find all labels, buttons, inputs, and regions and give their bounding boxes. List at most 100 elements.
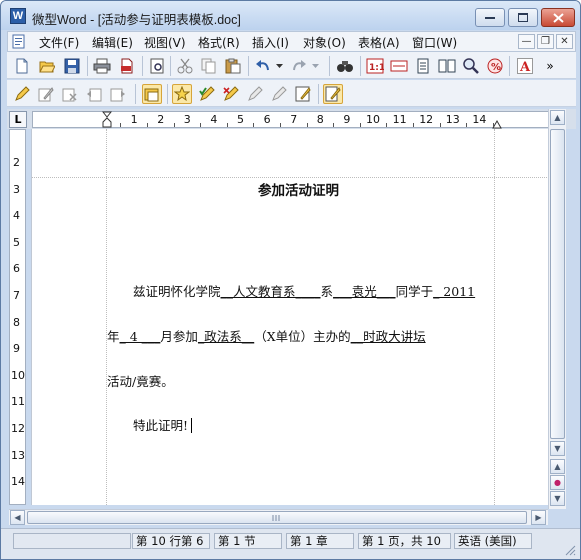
minimize-icon <box>485 16 495 19</box>
zoom-button[interactable] <box>461 56 481 76</box>
ruler-tick <box>226 123 228 127</box>
next-change-button[interactable] <box>269 84 289 104</box>
ruler-tick <box>412 123 414 127</box>
vertical-scroll-thumb[interactable] <box>550 129 565 439</box>
mdi-close-button[interactable]: ✕ <box>556 34 573 49</box>
print-preview-button[interactable] <box>147 56 167 76</box>
menu-insert[interactable]: 插入(I) <box>252 34 289 51</box>
export-pdf-button[interactable] <box>117 56 137 76</box>
protect-document-button[interactable] <box>323 84 343 104</box>
horizontal-scroll-thumb[interactable] <box>27 511 527 524</box>
menu-format[interactable]: 格式(R) <box>198 34 240 51</box>
line1-prefix: 兹证明怀化学院 <box>133 284 221 299</box>
scroll-down-button[interactable]: ▼ <box>550 441 565 456</box>
copy-button[interactable] <box>199 56 219 76</box>
status-section: 第 1 节 <box>214 533 282 549</box>
object-toolbar <box>7 80 576 107</box>
previous-change-button[interactable] <box>245 84 265 104</box>
document-canvas[interactable]: 参加活动证明 兹证明怀化学院__人文教育系____系___袁光___同学于_ 2… <box>31 129 548 505</box>
undo-button[interactable] <box>253 56 273 76</box>
undo-dropdown[interactable] <box>273 56 285 76</box>
track-changes-button[interactable] <box>172 84 192 104</box>
status-language: 英语 (美国) <box>454 533 532 549</box>
vertical-ruler[interactable]: 2 3 4 5 6 7 8 9 10 11 12 13 14 15 <box>9 129 26 505</box>
open-button[interactable] <box>37 56 57 76</box>
reject-change-button[interactable] <box>221 84 241 104</box>
scroll-left-button[interactable]: ◀ <box>10 510 25 525</box>
whole-page-button[interactable] <box>413 56 433 76</box>
ruler-tick <box>146 123 148 127</box>
document-title: 参加活动证明 <box>258 183 339 199</box>
reject-pencil-icon <box>223 86 239 101</box>
new-button[interactable] <box>12 56 32 76</box>
menu-file[interactable]: 文件(F) <box>39 34 79 51</box>
show-notes-button[interactable] <box>142 84 162 104</box>
menu-edit[interactable]: 编辑(E) <box>92 34 133 51</box>
page-width-button[interactable] <box>389 56 409 76</box>
department-field: __人文教育系____ <box>220 284 321 299</box>
horizontal-scrollbar[interactable]: ◀ ▶ <box>9 509 548 525</box>
scroll-right-button[interactable]: ▶ <box>531 510 546 525</box>
document-line-4: 特此证明! <box>133 415 193 434</box>
new-document-icon <box>16 58 28 74</box>
next-note-button[interactable] <box>108 84 128 104</box>
ruler-number: 5 <box>237 113 244 126</box>
review-pane-button[interactable] <box>293 84 313 104</box>
spell-check-button[interactable]: % <box>485 56 505 76</box>
text-cursor <box>191 418 193 433</box>
redo-dropdown[interactable] <box>309 56 321 76</box>
mdi-minimize-button[interactable]: — <box>518 34 535 49</box>
menu-view[interactable]: 视图(V) <box>144 34 186 51</box>
ruler-number: 3 <box>13 182 20 196</box>
previous-page-button[interactable]: ▲ <box>550 459 565 474</box>
accept-change-button[interactable] <box>197 84 217 104</box>
review-pane-icon <box>295 86 311 102</box>
print-button[interactable] <box>92 56 112 76</box>
word-app-icon[interactable]: W <box>10 8 26 24</box>
horizontal-ruler[interactable]: 1 2 3 4 5 6 7 8 9 10 11 12 13 14 <box>32 111 552 129</box>
menu-window[interactable]: 窗口(W) <box>412 34 457 51</box>
pdf-icon <box>121 58 133 74</box>
toolbar-separator <box>360 56 361 76</box>
next-page-button[interactable]: ▼ <box>550 491 565 506</box>
highlight-button[interactable] <box>12 84 32 104</box>
edit-note-button[interactable] <box>36 84 56 104</box>
save-button[interactable] <box>62 56 82 76</box>
redo-button[interactable] <box>289 56 309 76</box>
ruler-tick <box>359 123 361 127</box>
ruler-tick <box>120 123 122 127</box>
ruler-tick <box>492 123 494 127</box>
previous-note-button[interactable] <box>84 84 104 104</box>
mdi-restore-button[interactable]: ❐ <box>537 34 554 49</box>
spell-check-icon: % <box>487 58 503 74</box>
chevron-down-icon <box>311 64 319 68</box>
actual-size-button[interactable]: 1:1 <box>365 56 385 76</box>
font-color-button[interactable]: A <box>515 56 535 76</box>
scroll-up-button[interactable]: ▲ <box>550 110 565 125</box>
toolbar-overflow-button[interactable]: » <box>540 56 560 76</box>
minimize-button[interactable] <box>475 8 505 27</box>
menu-object[interactable]: 对象(O) <box>303 34 346 51</box>
document-icon[interactable] <box>12 34 26 49</box>
magnifier-icon <box>463 58 479 74</box>
delete-note-button[interactable] <box>60 84 80 104</box>
event-field: __时政大讲坛 <box>350 329 426 344</box>
find-button[interactable] <box>335 56 355 76</box>
ruler-number: 15 <box>11 502 25 504</box>
menu-table[interactable]: 表格(A) <box>358 34 400 51</box>
status-bar: 第 10 行第 6 第 1 节 第 1 章 第 1 页，共 10 英语 (美国) <box>1 528 580 559</box>
title-bar[interactable]: W 微型Word - [活动参与证明表模板.doc] <box>1 1 580 30</box>
paste-button[interactable] <box>223 56 243 76</box>
copy-icon <box>201 58 216 74</box>
cut-button[interactable] <box>175 56 195 76</box>
browse-object-button[interactable]: ● <box>550 475 565 490</box>
svg-text:%: % <box>491 62 501 73</box>
vertical-scrollbar[interactable]: ▲ ▼ ▲ ● ▼ <box>548 109 566 509</box>
ruler-tick <box>200 123 202 127</box>
two-pages-button[interactable] <box>437 56 457 76</box>
document-line-3: 活动/竟赛。 <box>107 374 174 389</box>
tab-selector[interactable]: L <box>9 111 27 128</box>
maximize-button[interactable] <box>508 8 538 27</box>
close-button[interactable] <box>541 8 575 27</box>
ruler-number: 10 <box>11 368 25 382</box>
